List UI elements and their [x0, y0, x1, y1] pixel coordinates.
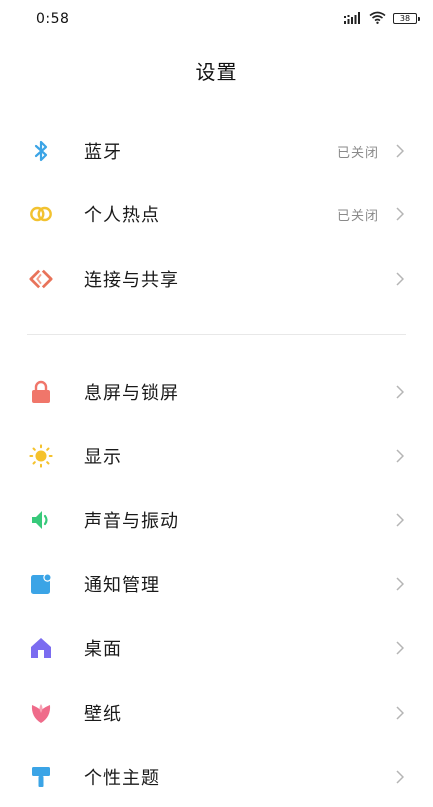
chevron-right-icon: [394, 206, 406, 222]
settings-item-theme[interactable]: 个性主题: [0, 747, 433, 807]
wifi-icon: [369, 9, 386, 28]
section-divider: [27, 334, 406, 335]
chevron-right-icon: [394, 769, 406, 785]
settings-item-bluetooth[interactable]: 蓝牙 已关闭: [0, 121, 433, 181]
settings-item-label: 显示: [84, 447, 122, 468]
notification-icon: [29, 572, 53, 596]
chevron-right-icon: [394, 271, 406, 287]
settings-item-sound[interactable]: 声音与振动: [0, 490, 433, 550]
lock-icon: [29, 380, 53, 404]
settings-item-label: 息屏与锁屏: [84, 383, 179, 404]
chevron-right-icon: [394, 143, 406, 159]
settings-item-label: 声音与振动: [84, 511, 179, 532]
battery-level: 38: [399, 13, 411, 23]
chevron-right-icon: [394, 640, 406, 656]
chevron-right-icon: [394, 448, 406, 464]
settings-item-label: 个人热点: [84, 205, 160, 226]
tulip-icon: [29, 701, 53, 725]
settings-item-connection-share[interactable]: 连接与共享: [0, 249, 433, 309]
settings-item-label: 个性主题: [84, 768, 160, 789]
chevron-right-icon: [394, 512, 406, 528]
connection-share-icon: [29, 267, 53, 291]
status-icons: 38: [337, 9, 420, 28]
status-bar: 0:58 38: [0, 0, 433, 34]
chevron-right-icon: [394, 384, 406, 400]
hotspot-icon: [29, 202, 53, 226]
settings-item-notifications[interactable]: 通知管理: [0, 554, 433, 614]
settings-item-label: 连接与共享: [84, 270, 179, 291]
brush-icon: [29, 765, 53, 789]
speaker-icon: [29, 508, 53, 532]
settings-item-value: 已关闭: [336, 145, 379, 161]
settings-item-label: 桌面: [84, 639, 122, 660]
sun-icon: [29, 444, 53, 468]
status-time: 0:58: [36, 11, 70, 27]
settings-item-label: 蓝牙: [84, 142, 122, 163]
page-title: 设置: [195, 60, 238, 84]
signal-icon: [344, 9, 362, 28]
battery-icon: 38: [393, 12, 420, 24]
settings-item-lock-screen[interactable]: 息屏与锁屏: [0, 362, 433, 422]
settings-item-hotspot[interactable]: 个人热点 已关闭: [0, 184, 433, 244]
settings-item-desktop[interactable]: 桌面: [0, 618, 433, 678]
home-icon: [29, 636, 53, 660]
settings-item-label: 通知管理: [84, 575, 160, 596]
settings-item-display[interactable]: 显示: [0, 426, 433, 486]
settings-item-label: 壁纸: [84, 704, 122, 725]
chevron-right-icon: [394, 705, 406, 721]
settings-item-value: 已关闭: [336, 208, 379, 224]
chevron-right-icon: [394, 576, 406, 592]
bluetooth-icon: [29, 139, 53, 163]
settings-item-wallpaper[interactable]: 壁纸: [0, 683, 433, 743]
